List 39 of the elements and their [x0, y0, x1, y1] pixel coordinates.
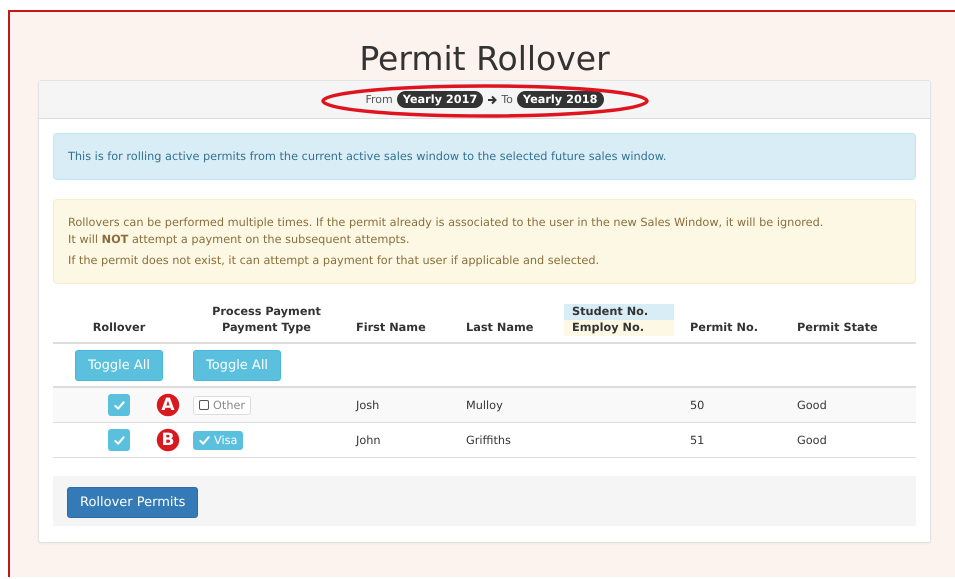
column-header: Payment Type	[222, 320, 311, 336]
check-icon	[199, 434, 210, 446]
annotation-marker: A	[155, 392, 181, 418]
toggle-all-button[interactable]: Toggle All	[193, 350, 282, 380]
toggle-all-button[interactable]: Toggle All	[74, 350, 164, 380]
check-icon	[114, 434, 124, 446]
alert-text: This is for rolling active permits from the current active sales window to the selected future sales window.	[68, 149, 668, 165]
column-header: Student No.	[564, 304, 674, 320]
permit-number-cell: 51	[690, 434, 704, 446]
column-header: Permit No.	[689, 320, 759, 336]
to-label: To	[501, 93, 513, 106]
alert-text: It will NOT attempt a payment on the subsequent attempts.	[68, 232, 410, 248]
check-icon	[114, 400, 124, 410]
alert-text: If the permit does not exist, it can attempt a payment for that user if applicable and selected.	[68, 253, 600, 269]
window-badge: Yearly 2017	[396, 91, 484, 108]
from-label: From	[365, 93, 393, 106]
permit-number-cell: 50	[690, 398, 704, 412]
column-header: Process Payment	[212, 304, 321, 320]
column-header: Employ No.	[564, 320, 674, 336]
column-header: First Name	[355, 320, 427, 336]
rollover-checkbox[interactable]	[108, 394, 130, 416]
permit-state-cell: Good	[797, 434, 827, 446]
column-header: Permit State	[796, 320, 879, 336]
rollover-permits-button[interactable]: Rollover Permits	[67, 487, 198, 518]
last-name-cell: Mulloy	[466, 398, 503, 412]
payment-type-toggle[interactable]: Visa	[193, 430, 244, 450]
first-name-cell: John	[356, 434, 381, 446]
alert-text: Rollovers can be performed multiple times. If the permit already is associated to the user in the new Sales Window, it will be ignored.	[68, 215, 824, 231]
permit-state-cell: Good	[797, 398, 827, 412]
window-badge: Yearly 2018	[516, 91, 604, 108]
payment-type-toggle[interactable]: Other	[193, 396, 252, 414]
last-name-cell: Griffiths	[466, 434, 511, 446]
arrow-icon	[487, 94, 498, 104]
column-header: Rollover	[92, 320, 146, 336]
column-header: Last Name	[465, 320, 534, 336]
annotation-marker: B	[155, 427, 181, 453]
rollover-checkbox[interactable]	[108, 429, 130, 451]
first-name-cell: Josh	[356, 398, 380, 412]
page-title: Permit Rollover	[359, 39, 610, 80]
